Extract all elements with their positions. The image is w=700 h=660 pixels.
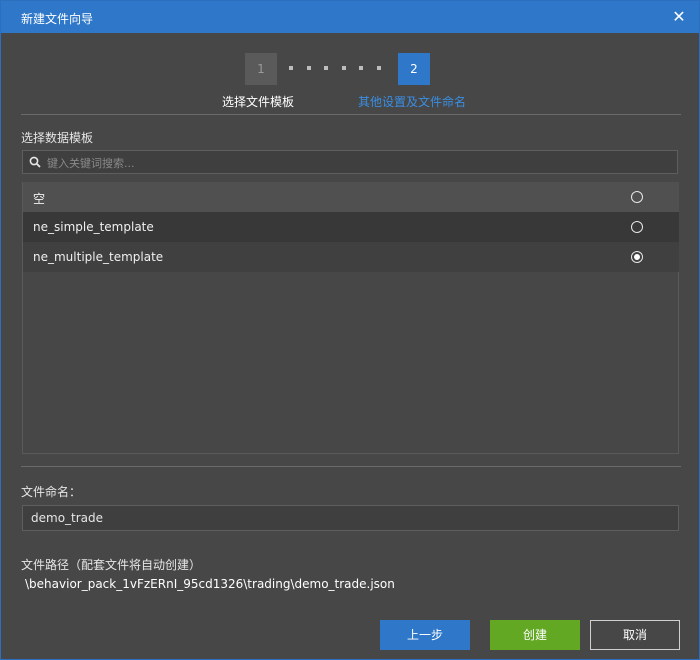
- file-path-label: 文件路径（配套文件将自动创建）: [21, 558, 202, 572]
- list-item[interactable]: ne_multiple_template: [23, 242, 679, 272]
- step-2-indicator: 2: [398, 53, 430, 85]
- radio-button[interactable]: [631, 221, 643, 233]
- section-divider: [21, 466, 681, 467]
- template-search-box[interactable]: [22, 150, 678, 174]
- progress-dot: [324, 66, 328, 70]
- progress-dot: [307, 66, 311, 70]
- list-item[interactable]: 空: [23, 182, 679, 212]
- cancel-button[interactable]: 取消: [590, 620, 680, 650]
- template-label: ne_simple_template: [33, 220, 154, 234]
- title-bar: 新建文件向导 ✕: [1, 1, 699, 33]
- template-section-label: 选择数据模板: [21, 131, 94, 145]
- close-icon[interactable]: ✕: [669, 7, 689, 27]
- template-label: 空: [33, 192, 46, 206]
- search-input[interactable]: [45, 153, 669, 173]
- search-icon: [29, 156, 41, 168]
- step-1-label: 选择文件模板: [222, 95, 295, 109]
- header-divider: [21, 114, 681, 115]
- create-button[interactable]: 创建: [490, 620, 580, 650]
- step-2-label: 其他设置及文件命名: [358, 95, 467, 109]
- file-name-input[interactable]: [22, 505, 679, 531]
- progress-dot: [359, 66, 363, 70]
- step-progress-dots: [287, 63, 387, 73]
- previous-step-button[interactable]: 上一步: [380, 620, 470, 650]
- radio-button-selected[interactable]: [631, 251, 643, 263]
- progress-dot: [289, 66, 293, 70]
- template-list: 空 ne_simple_template ne_multiple_templat…: [22, 182, 679, 454]
- file-path-value: \behavior_pack_1vFzERnI_95cd1326\trading…: [25, 577, 395, 591]
- template-label: ne_multiple_template: [33, 250, 164, 264]
- step-1-indicator: 1: [245, 53, 277, 85]
- file-name-label: 文件命名：: [21, 485, 82, 499]
- progress-dot: [342, 66, 346, 70]
- progress-dot: [377, 66, 381, 70]
- new-file-wizard-dialog: 新建文件向导 ✕ 1 2 选择文件模板 其他设置及文件命名 选择数据模板 空 n…: [0, 0, 700, 660]
- list-item[interactable]: ne_simple_template: [23, 212, 679, 242]
- dialog-title: 新建文件向导: [21, 12, 94, 26]
- radio-button[interactable]: [631, 191, 643, 203]
